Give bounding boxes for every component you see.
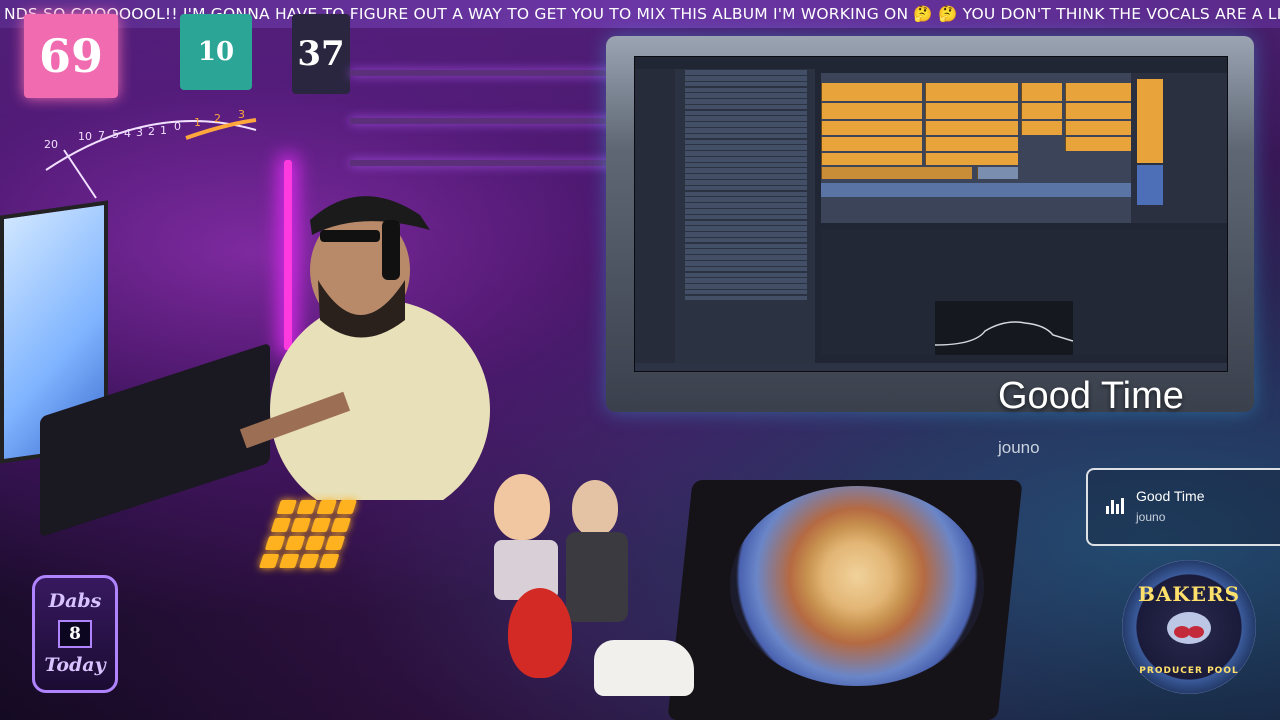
vu-tick-3: 5	[112, 128, 119, 141]
vu-tick-9: 1	[194, 116, 201, 129]
wall-jersey-10-text: 10	[197, 37, 235, 67]
vu-tick-7: 1	[160, 124, 167, 137]
daw-places-sidebar	[635, 69, 675, 363]
eq-display[interactable]	[935, 301, 1073, 355]
bernie-figure-head	[572, 480, 618, 536]
vu-tick-6: 2	[148, 125, 155, 138]
vu-tick-10: 2	[214, 112, 221, 125]
vu-tick-1: 10	[78, 130, 92, 143]
picture-disc-record	[730, 486, 984, 686]
daw-arrangement-view[interactable]	[821, 73, 1132, 223]
mascot-figure	[508, 588, 572, 678]
drum-pad-controller	[255, 500, 401, 580]
producer-pool-text: PRODUCER POOL	[1139, 666, 1239, 676]
vu-tick-0: 20	[44, 138, 58, 151]
bakers-title: BAKERS	[1137, 582, 1241, 606]
now-playing-card-artist: jouno	[1136, 510, 1166, 524]
daw-screen	[634, 56, 1228, 372]
stream-scene: NDS SO COOOOOOL!! I'M GONNA HAVE TO FIGU…	[0, 0, 1280, 720]
daw-file-browser	[675, 69, 815, 363]
wall-sign-69: 69	[24, 14, 118, 98]
wall-jersey-10: 10	[180, 14, 252, 90]
vu-tick-5: 3	[136, 126, 143, 139]
vu-tick-8: 0	[174, 120, 181, 133]
chef-hat-icon	[1167, 612, 1211, 644]
equalizer-bars-icon	[1106, 498, 1126, 514]
streamer-producer	[240, 196, 490, 500]
bernie-figure-body	[566, 532, 628, 622]
sneaker-shelf-3	[350, 160, 620, 166]
dabs-label: Dabs	[48, 590, 102, 612]
daw-status-bar	[635, 363, 1227, 371]
wall-jersey-37: 37	[292, 14, 350, 94]
vu-tick-11: 3	[238, 110, 245, 121]
dabs-count: 8	[58, 620, 92, 648]
now-playing-card-title: Good Time	[1136, 488, 1205, 504]
wall-sign-69-text: 69	[38, 29, 103, 83]
vu-meter-neon: 20 10 7 5 4 3 2 1 0 1 2 3	[44, 110, 257, 199]
now-playing-artist: jouno	[998, 438, 1040, 457]
bakers-producer-pool-badge: BAKERS PRODUCER POOL	[1122, 560, 1256, 694]
wall-jersey-37-text: 37	[297, 34, 345, 74]
daw-mixer[interactable]	[1131, 73, 1227, 223]
now-playing-card: Good Time jouno	[1086, 468, 1280, 546]
dabs-today-badge: Dabs 8 Today	[32, 575, 118, 693]
now-playing-title: Good Time	[998, 375, 1184, 417]
sneaker-shelf-1	[350, 70, 620, 76]
today-label: Today	[44, 654, 106, 676]
bobblehead-hockey-player	[494, 474, 550, 540]
vu-tick-2: 7	[98, 129, 105, 142]
sneaker-shelf-2	[350, 118, 620, 124]
sneaker	[594, 640, 694, 696]
vu-tick-4: 4	[124, 127, 131, 140]
